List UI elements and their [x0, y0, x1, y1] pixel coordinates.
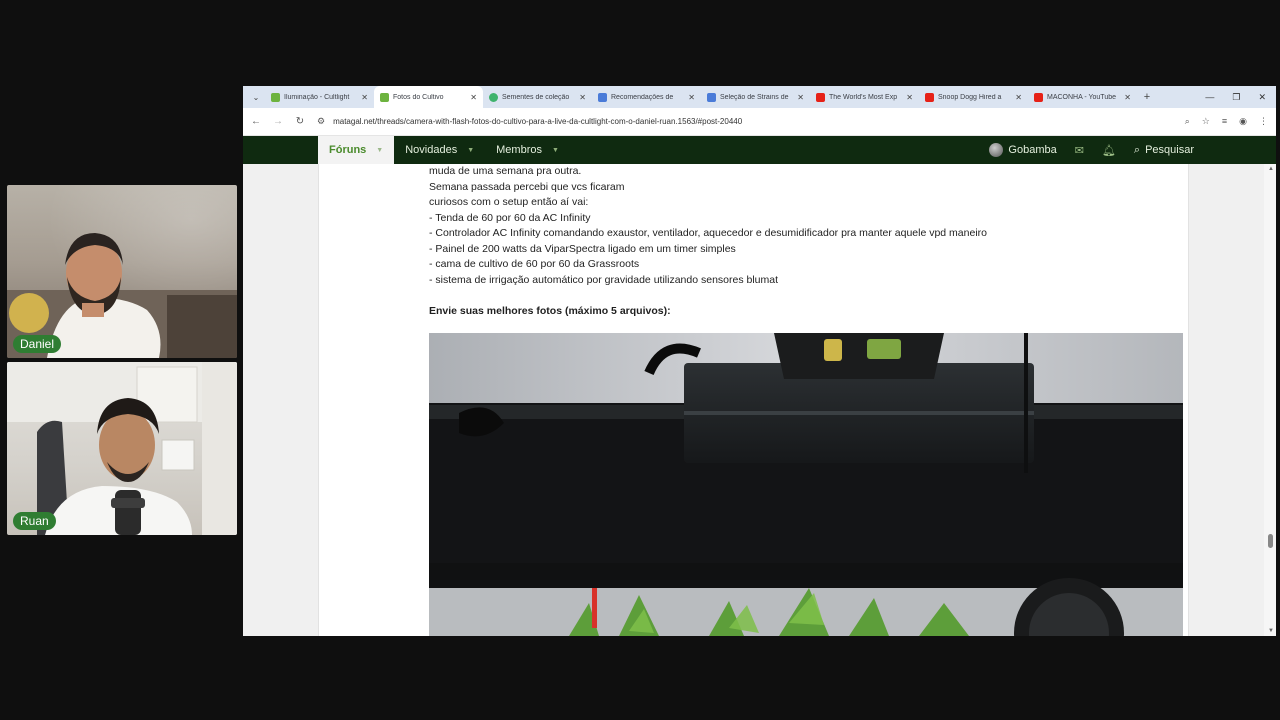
window-controls: — ❐ ✕ [1205, 92, 1276, 103]
post-body: muda de uma semana pra outra. Semana pas… [429, 164, 1184, 320]
close-window-icon[interactable]: ✕ [1258, 92, 1266, 103]
nav-membros-label: Membros [496, 144, 542, 156]
youtube-icon [816, 92, 825, 102]
youtube-icon [1034, 92, 1043, 102]
minimize-icon[interactable]: — [1205, 92, 1214, 103]
close-tab-icon[interactable]: ✕ [361, 93, 368, 102]
close-tab-icon[interactable]: ✕ [1124, 93, 1131, 102]
close-tab-icon[interactable]: ✕ [906, 93, 913, 102]
username: Gobamba [1008, 144, 1057, 156]
user-menu[interactable]: Gobamba [989, 143, 1057, 157]
tab-recomendacoes[interactable]: Recomendações de ✕ [592, 86, 701, 108]
tab-sementes[interactable]: Sementes de coleção ✕ [483, 86, 592, 108]
url-text[interactable]: matagal.net/threads/camera-with-flash-fo… [333, 117, 742, 126]
reading-list-icon[interactable]: ≡ [1222, 116, 1227, 127]
post-line: - cama de cultivo de 60 por 60 da Grassr… [429, 258, 640, 270]
post-line: Semana passada percebi que vcs ficaram [429, 180, 625, 193]
forum-post: muda de uma semana pra outra. Semana pas… [318, 164, 1189, 636]
nav-foruns[interactable]: Fóruns ▼ [318, 136, 395, 164]
forum-page: muda de uma semana pra outra. Semana pas… [243, 164, 1264, 636]
nav-membros[interactable]: Membros ▼ [485, 136, 570, 164]
close-tab-icon[interactable]: ✕ [1015, 93, 1022, 102]
bookmark-star-icon[interactable]: ☆ [1202, 116, 1210, 127]
doc-icon [598, 92, 607, 102]
chevron-down-icon[interactable]: ▼ [376, 147, 383, 154]
navbar-account-area: Gobamba ✉ 🔔︎ ⌕ Pesquisar [989, 143, 1276, 157]
doc-icon [707, 92, 716, 102]
restore-icon[interactable]: ❐ [1232, 92, 1240, 103]
tab-selecao-strains[interactable]: Seleção de Strains de ✕ [701, 86, 810, 108]
nav-novidades[interactable]: Novidades ▼ [394, 136, 485, 164]
scroll-thumb[interactable] [1268, 534, 1273, 548]
browser-window: ⌄ Iluminação - Cultlight ✕ Fotos do Cult… [243, 86, 1276, 636]
inbox-envelope-icon[interactable]: ✉ [1075, 144, 1084, 157]
leaf-icon [380, 92, 389, 102]
tab-worlds-most[interactable]: The World's Most Exp ✕ [810, 86, 919, 108]
profile-icon[interactable]: ◉ [1239, 116, 1247, 127]
page-scrollbar[interactable]: ▲ ▼ [1264, 164, 1276, 636]
ruan-video [7, 362, 237, 535]
meeting-stage: Daniel Ruan ⌄ Iluminação - Cultlight ✕ F… [0, 0, 1280, 720]
close-tab-icon[interactable]: ✕ [579, 93, 586, 102]
close-tab-icon[interactable]: ✕ [797, 93, 804, 102]
reload-icon[interactable]: ↻ [295, 116, 305, 127]
participant-name-tag: Daniel [13, 335, 62, 353]
post-line: curiosos com o setup então aí vai: [429, 196, 589, 208]
new-tab-button[interactable]: + [1137, 91, 1157, 103]
chevron-down-icon[interactable]: ▼ [552, 147, 559, 154]
avatar [989, 143, 1004, 157]
tab-snoop-dogg[interactable]: Snoop Dogg Hired a ✕ [919, 86, 1028, 108]
post-line: muda de uma semana pra outra. [429, 165, 582, 177]
address-bar-icons: ⌕ ☆ ≡ ◉ ⋮ [1185, 116, 1268, 127]
grow-tent-photo[interactable] [429, 333, 1183, 636]
webcam-daniel: Daniel [7, 185, 237, 358]
menu-dots-icon[interactable]: ⋮ [1259, 116, 1268, 127]
post-line: - Tenda de 60 por 60 da AC Infinity [429, 211, 591, 224]
address-bar: ← → ↻ ⚙ matagal.net/threads/camera-with-… [243, 108, 1276, 136]
forward-arrow-icon[interactable]: → [273, 116, 283, 127]
notifications-bell-icon[interactable]: 🔔︎ [1102, 144, 1116, 157]
leaf-icon [489, 92, 498, 102]
post-line: - sistema de irrigação automático por gr… [429, 273, 779, 286]
close-tab-icon[interactable]: ✕ [470, 93, 477, 102]
close-tab-icon[interactable]: ✕ [688, 93, 695, 102]
back-arrow-icon[interactable]: ← [251, 116, 261, 127]
post-line: - Painel de 200 watts da ViparSpectra li… [429, 242, 736, 255]
chevron-down-icon[interactable]: ▼ [467, 147, 474, 154]
zoom-icon[interactable]: ⌕ [1185, 116, 1190, 127]
search-label: Pesquisar [1145, 144, 1194, 156]
search-button[interactable]: ⌕ Pesquisar [1134, 144, 1194, 157]
nav-novidades-label: Novidades [405, 144, 458, 156]
tab-iluminacao[interactable]: Iluminação - Cultlight ✕ [265, 86, 374, 108]
participant-name-tag: Ruan [13, 512, 56, 530]
search-icon: ⌕ [1133, 143, 1141, 156]
youtube-icon [925, 92, 934, 102]
site-navbar: Fóruns ▼ Novidades ▼ Membros ▼ Gobamba ✉… [243, 136, 1276, 164]
leaf-icon [271, 92, 280, 102]
url-field[interactable]: ⚙ matagal.net/threads/camera-with-flash-… [317, 116, 1173, 127]
tab-maconha-youtube[interactable]: MACONHA - YouTube ✕ [1028, 86, 1137, 108]
scroll-up-icon[interactable]: ▲ [1268, 166, 1274, 172]
tab-fotos-do-cultivo[interactable]: Fotos do Cultivo ✕ [374, 86, 483, 108]
webcam-ruan: Ruan [7, 362, 237, 535]
nav-foruns-label: Fóruns [329, 144, 367, 156]
post-section-heading: Envie suas melhores fotos (máximo 5 arqu… [429, 305, 671, 317]
tab-search-chevron-icon[interactable]: ⌄ [247, 93, 265, 102]
daniel-video [7, 233, 237, 358]
site-info-icon[interactable]: ⚙ [317, 116, 325, 127]
tab-strip: ⌄ Iluminação - Cultlight ✕ Fotos do Cult… [243, 86, 1276, 108]
post-line: - Controlador AC Infinity comandando exa… [429, 227, 987, 239]
grow-tent-photo-image [429, 333, 1183, 636]
scroll-down-icon[interactable]: ▼ [1268, 628, 1274, 634]
